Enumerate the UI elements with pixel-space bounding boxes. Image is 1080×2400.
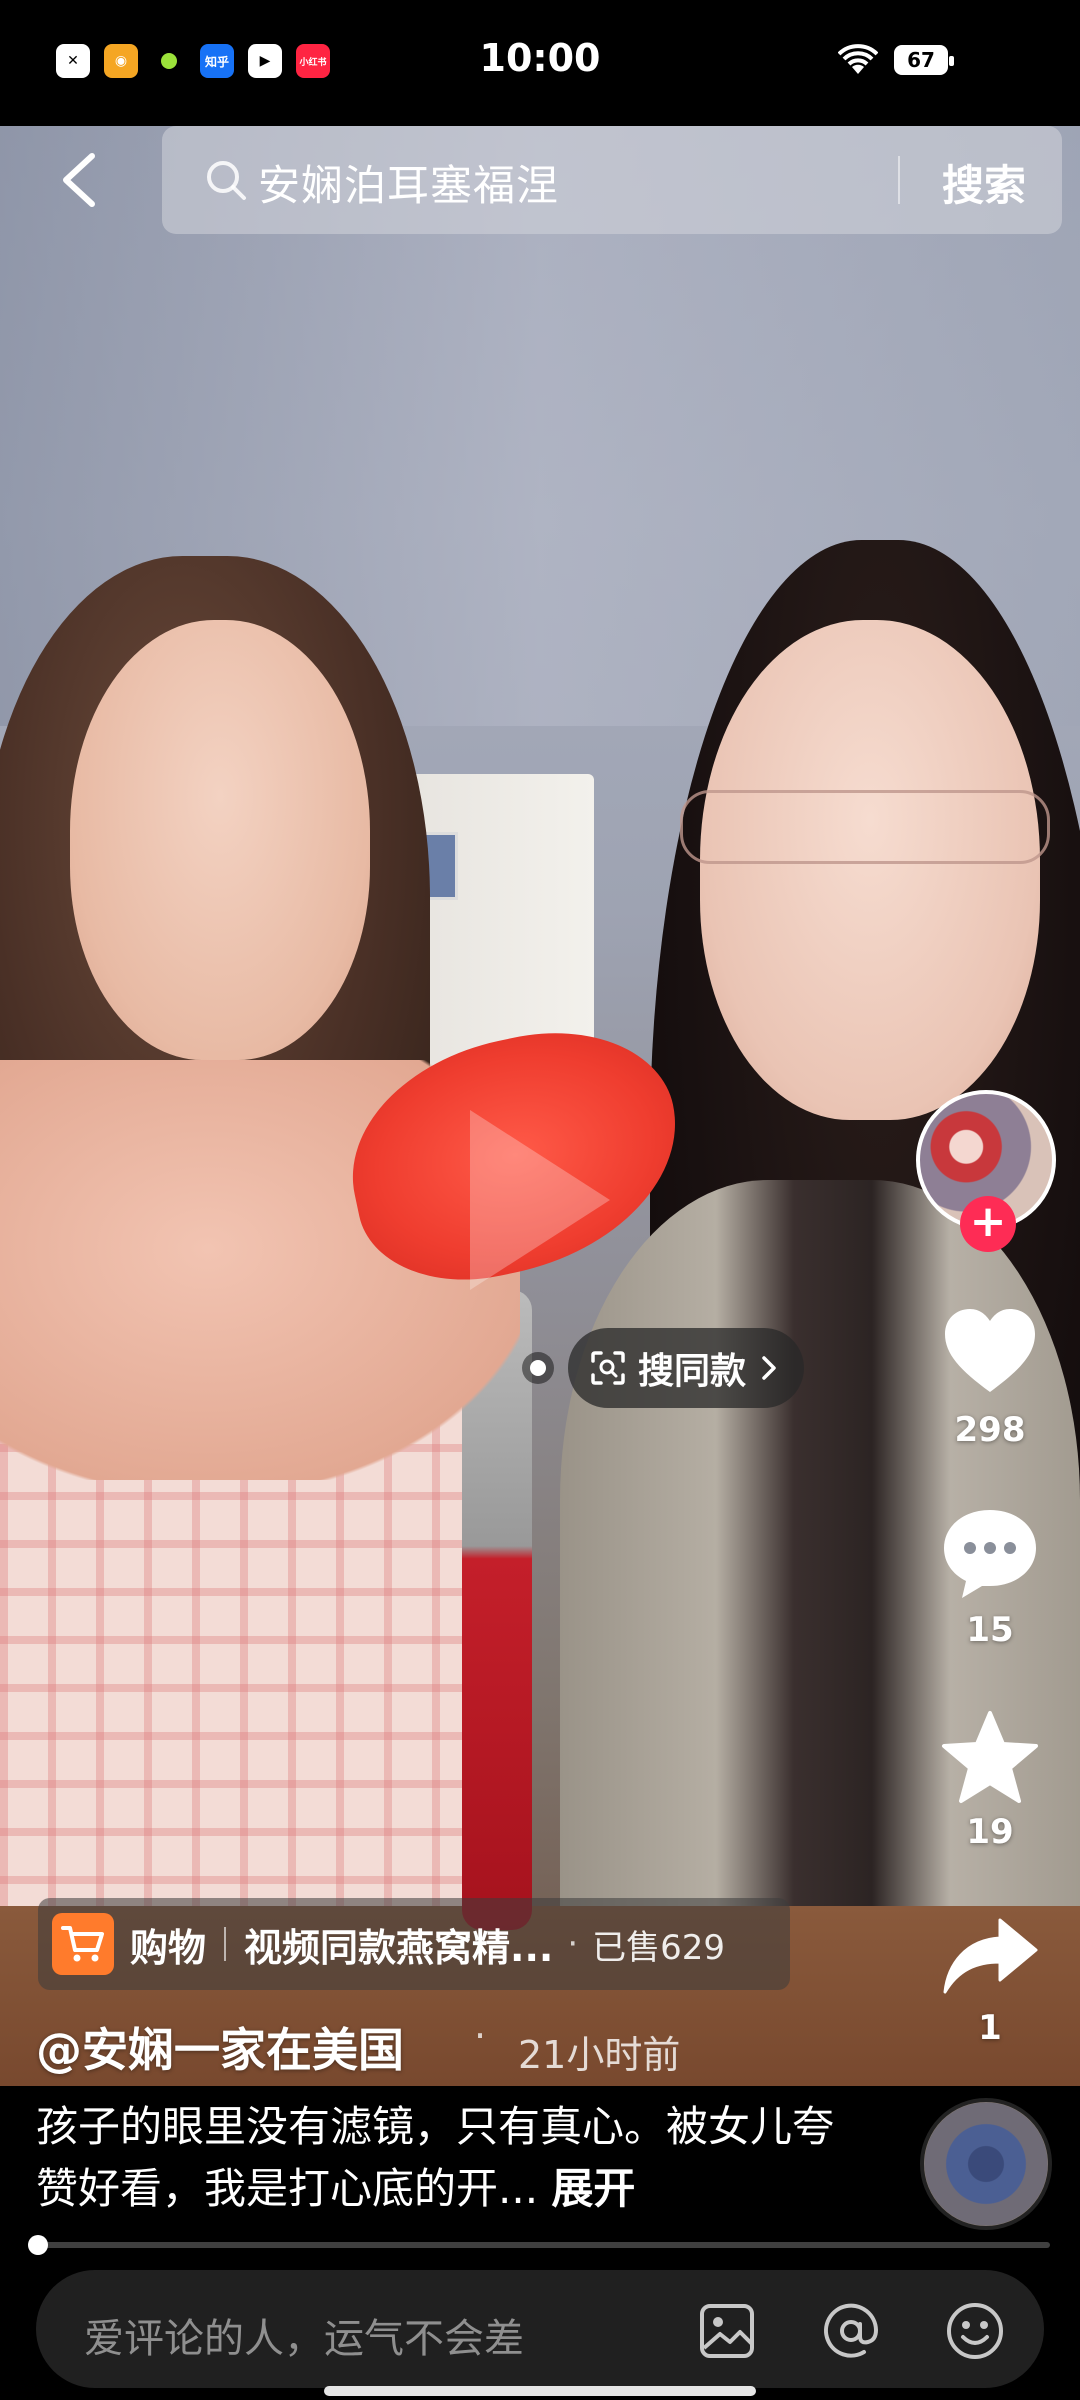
cart-icon bbox=[52, 1913, 114, 1975]
video-woman-face bbox=[700, 620, 1040, 1120]
home-indicator[interactable] bbox=[324, 2386, 756, 2396]
shop-label: 购物 bbox=[130, 1925, 207, 1970]
wifi-icon bbox=[838, 44, 878, 74]
favorite-star-icon[interactable] bbox=[940, 1708, 1040, 1808]
search-input[interactable]: 安娴泊耳塞福涅 bbox=[258, 152, 559, 213]
shop-divider bbox=[224, 1927, 227, 1961]
product-title: 视频同款燕窝精... bbox=[244, 1925, 554, 1970]
play-icon[interactable] bbox=[460, 1100, 620, 1300]
product-sold-count: 已售629 bbox=[592, 1927, 726, 1968]
battery-indicator: 67 bbox=[894, 45, 954, 75]
follow-plus-button[interactable]: + bbox=[960, 1196, 1016, 1252]
search-bar[interactable]: 安娴泊耳塞福涅 搜索 bbox=[162, 126, 1062, 234]
music-disc[interactable] bbox=[920, 2098, 1052, 2230]
caption-text: 孩子的眼里没有滤镜，只有真心。被女儿夸赞好看，我是打心底的开... bbox=[36, 2102, 835, 2213]
share-arrow-icon[interactable] bbox=[940, 1908, 1040, 2008]
author-name[interactable]: @安娴一家在美国 bbox=[36, 2014, 404, 2080]
back-icon[interactable] bbox=[52, 150, 112, 210]
find-same-label: 搜同款 bbox=[638, 1351, 747, 1392]
post-time: 21小时前 bbox=[518, 2033, 681, 2077]
comment-input[interactable]: 爱评论的人，运气不会差 bbox=[84, 2306, 524, 2364]
mention-icon[interactable] bbox=[820, 2300, 882, 2362]
status-indicators: 67 bbox=[838, 44, 954, 76]
status-bar: ✕ ◉ 知乎 ▶ 小红书 10:00 67 bbox=[0, 0, 1080, 126]
post-caption[interactable]: 孩子的眼里没有滤镜，只有真心。被女儿夸赞好看，我是打心底的开... 展开 bbox=[36, 2096, 836, 2220]
video-woman-glasses bbox=[680, 790, 1050, 864]
video-progress-bar[interactable] bbox=[36, 2242, 1050, 2248]
like-count: 298 bbox=[954, 1410, 1026, 1450]
video-girl-face bbox=[70, 620, 370, 1060]
comment-icon[interactable] bbox=[940, 1504, 1040, 1604]
search-icon bbox=[207, 161, 246, 200]
find-same-button[interactable]: 搜同款 bbox=[568, 1328, 804, 1408]
shopping-bar[interactable]: 购物 视频同款燕窝精... · 已售629 bbox=[38, 1898, 790, 1990]
search-button[interactable]: 搜索 bbox=[942, 152, 1026, 213]
expand-button[interactable]: 展开 bbox=[551, 2164, 635, 2213]
image-icon[interactable] bbox=[696, 2300, 758, 2362]
favorite-count: 19 bbox=[966, 1812, 1014, 1852]
progress-knob[interactable] bbox=[28, 2235, 48, 2255]
scan-icon bbox=[591, 1351, 625, 1385]
product-tag-dot[interactable] bbox=[522, 1352, 554, 1384]
comment-count: 15 bbox=[966, 1610, 1014, 1650]
search-divider bbox=[898, 156, 900, 204]
comment-input-bar[interactable]: 爱评论的人，运气不会差 bbox=[36, 2270, 1044, 2388]
share-count: 1 bbox=[978, 2008, 1002, 2048]
shop-dot: · bbox=[567, 1924, 579, 1964]
time-separator: · bbox=[474, 2014, 487, 2058]
like-heart-icon[interactable] bbox=[940, 1302, 1040, 1402]
chevron-right-icon bbox=[762, 1356, 776, 1380]
emoji-icon[interactable] bbox=[944, 2300, 1006, 2362]
